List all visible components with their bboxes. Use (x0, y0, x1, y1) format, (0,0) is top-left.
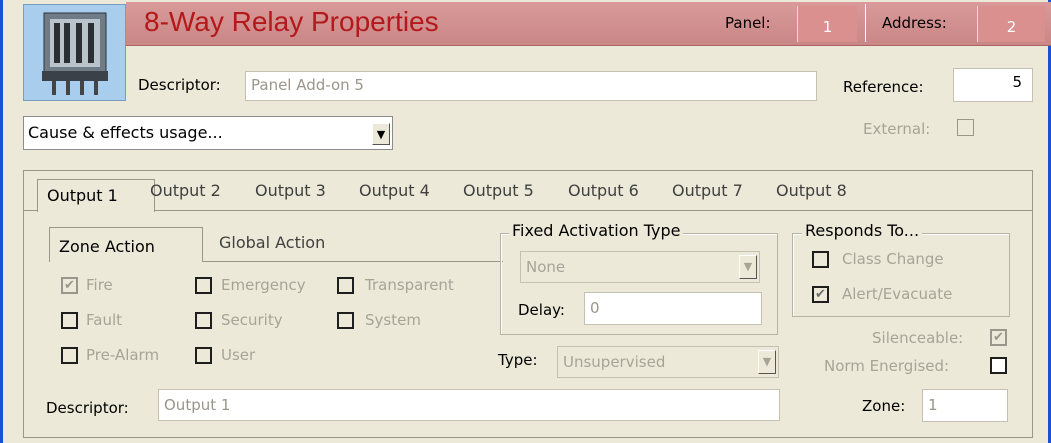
user-checkbox[interactable] (195, 347, 212, 364)
type-label: Type: (498, 351, 538, 369)
norm-energised-label: Norm Energised: (824, 357, 950, 375)
relay-device-image (23, 4, 126, 101)
user-label: User (221, 346, 256, 364)
security-label: Security (221, 311, 283, 329)
zone-field[interactable]: 1 (922, 389, 1008, 422)
cause-effects-dropdown[interactable]: Cause & effects usage... ▼ (23, 116, 393, 150)
output-panel: Output 1 Output 2 Output 3 Output 4 Outp… (23, 170, 1033, 438)
type-dropdown[interactable]: Unsupervised ▼ (557, 346, 779, 378)
tab-global-action[interactable]: Global Action (219, 233, 325, 252)
address-label: Address: (882, 14, 947, 32)
zone-action-panel: Zone Action Global Action ✔ Fire Emergen… (49, 227, 503, 364)
tab-output-3[interactable]: Output 3 (255, 181, 326, 200)
tab-output-4[interactable]: Output 4 (359, 181, 430, 200)
address-value: 2 (977, 6, 1045, 42)
fire-label: Fire (86, 276, 113, 294)
delay-label: Delay: (518, 301, 565, 319)
tab-output-7[interactable]: Output 7 (672, 181, 743, 200)
fire-checkbox[interactable]: ✔ (61, 277, 78, 294)
norm-energised-checkbox[interactable] (990, 357, 1007, 374)
dialog-title: 8-Way Relay Properties (144, 6, 439, 37)
pre-alarm-checkbox[interactable] (61, 347, 78, 364)
tab-output-2[interactable]: Output 2 (150, 181, 221, 200)
emergency-checkbox[interactable] (195, 277, 212, 294)
external-checkbox[interactable] (957, 119, 974, 136)
tab-zone-action[interactable]: Zone Action (49, 227, 203, 262)
system-label: System (365, 311, 421, 329)
chevron-down-icon[interactable]: ▼ (372, 123, 390, 145)
silenceable-checkbox[interactable]: ✔ (990, 329, 1007, 346)
type-selected: Unsupervised (563, 353, 666, 371)
emergency-label: Emergency (221, 276, 306, 294)
output-descriptor-field[interactable]: Output 1 (158, 389, 780, 421)
descriptor-label: Descriptor: (138, 76, 221, 94)
tab-output-6[interactable]: Output 6 (568, 181, 639, 200)
cause-effects-selected: Cause & effects usage... (28, 123, 223, 142)
transparent-label: Transparent (365, 276, 454, 294)
relay-properties-window: 8-Way Relay Properties Panel: 1 Address:… (0, 0, 1051, 443)
chevron-down-icon[interactable]: ▼ (758, 350, 776, 374)
output-descriptor-label: Descriptor: (46, 399, 129, 417)
header-separator (865, 4, 866, 42)
descriptor-field[interactable]: Panel Add-on 5 (245, 71, 817, 101)
fault-checkbox[interactable] (61, 312, 78, 329)
delay-field[interactable]: 0 (584, 292, 762, 325)
tab-output-1[interactable]: Output 1 (37, 179, 155, 212)
reference-field[interactable]: 5 (953, 68, 1033, 102)
class-change-label: Class Change (842, 250, 944, 268)
tab-output-5[interactable]: Output 5 (463, 181, 534, 200)
zone-label: Zone: (862, 397, 906, 415)
fault-label: Fault (86, 311, 122, 329)
fixed-activation-selected: None (526, 258, 566, 276)
silenceable-label: Silenceable: (872, 329, 964, 347)
class-change-checkbox[interactable] (812, 251, 829, 268)
reference-label: Reference: (843, 78, 924, 96)
pre-alarm-label: Pre-Alarm (86, 346, 160, 364)
responds-to-title: Responds To... (802, 221, 923, 240)
alert-evacuate-checkbox[interactable]: ✔ (812, 286, 829, 303)
transparent-checkbox[interactable] (337, 277, 354, 294)
system-checkbox[interactable] (337, 312, 354, 329)
external-label: External: (863, 120, 931, 138)
zone-tab-divider (203, 261, 503, 262)
security-checkbox[interactable] (195, 312, 212, 329)
fixed-activation-dropdown[interactable]: None ▼ (520, 251, 760, 283)
alert-evacuate-label: Alert/Evacuate (842, 285, 953, 303)
panel-label: Panel: (725, 14, 771, 32)
chevron-down-icon[interactable]: ▼ (739, 255, 757, 279)
fixed-activation-title: Fixed Activation Type (509, 221, 684, 240)
panel-value: 1 (797, 6, 857, 42)
tab-output-8[interactable]: Output 8 (776, 181, 847, 200)
responds-to-group (792, 233, 1010, 317)
